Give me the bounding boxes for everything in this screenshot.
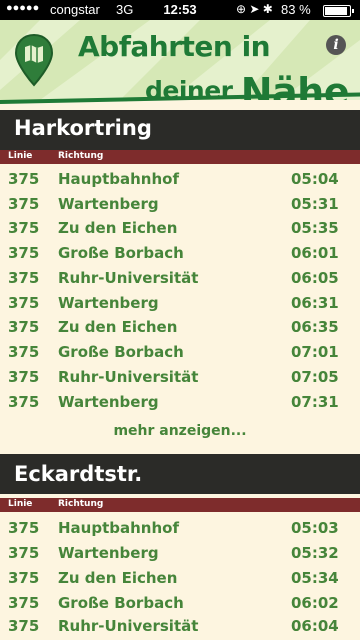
departure-time: 06:01 xyxy=(291,244,339,262)
line-number: 375 xyxy=(8,318,40,336)
column-header-line: Linie xyxy=(8,499,33,509)
line-number: 375 xyxy=(8,170,40,188)
line-number: 375 xyxy=(8,594,40,612)
direction: Wartenberg xyxy=(58,544,159,562)
line-number: 375 xyxy=(8,294,40,312)
departure-row[interactable]: 375 Wartenberg 06:31 xyxy=(0,291,360,316)
battery-percentage: 83 % xyxy=(281,2,311,17)
column-header-direction: Richtung xyxy=(58,151,104,161)
departure-row[interactable]: 375 Hauptbahnhof 05:03 xyxy=(0,516,360,541)
line-number: 375 xyxy=(8,569,40,587)
line-number: 375 xyxy=(8,244,40,262)
departure-time: 06:04 xyxy=(291,617,339,635)
line-number: 375 xyxy=(8,343,40,361)
line-number: 375 xyxy=(8,617,40,635)
departure-time: 05:34 xyxy=(291,569,339,587)
departure-row[interactable]: 375 Ruhr-Universität 06:04 xyxy=(0,614,360,639)
line-number: 375 xyxy=(8,519,40,537)
direction: Hauptbahnhof xyxy=(58,170,179,188)
stop-name: Harkortring xyxy=(14,116,152,140)
direction: Zu den Eichen xyxy=(58,569,178,587)
header-title-line1: Abfahrten in xyxy=(78,30,271,63)
departure-time: 06:05 xyxy=(291,269,339,287)
status-bar: ●●●●● congstar 3G 12:53 ⊕ ➤ ✱ 83 % xyxy=(0,0,360,20)
departure-time: 07:05 xyxy=(291,368,339,386)
line-number: 375 xyxy=(8,544,40,562)
direction: Ruhr-Universität xyxy=(58,368,199,386)
direction: Zu den Eichen xyxy=(58,318,178,336)
direction: Ruhr-Universität xyxy=(58,617,199,635)
departure-row[interactable]: 375 Ruhr-Universität 07:05 xyxy=(0,365,360,390)
departure-time: 07:31 xyxy=(291,393,339,411)
direction: Wartenberg xyxy=(58,294,159,312)
departure-time: 05:04 xyxy=(291,170,339,188)
departure-time: 05:31 xyxy=(291,195,339,213)
direction: Hauptbahnhof xyxy=(58,519,179,537)
departure-row[interactable]: 375 Zu den Eichen 06:35 xyxy=(0,315,360,340)
info-icon[interactable]: i xyxy=(326,35,346,55)
departure-time: 06:02 xyxy=(291,594,339,612)
departure-row[interactable]: 375 Wartenberg 05:32 xyxy=(0,541,360,566)
departure-row[interactable]: 375 Zu den Eichen 05:34 xyxy=(0,566,360,591)
departure-time: 07:01 xyxy=(291,343,339,361)
departure-time: 05:35 xyxy=(291,219,339,237)
status-icons: ⊕ ➤ ✱ xyxy=(236,2,273,16)
departure-row[interactable]: 375 Zu den Eichen 05:35 xyxy=(0,216,360,241)
stop-name: Eckardtstr. xyxy=(14,462,143,486)
app-header: Abfahrten in deiner Nähe i xyxy=(0,20,360,100)
departure-time: 06:31 xyxy=(291,294,339,312)
line-number: 375 xyxy=(8,368,40,386)
direction: Zu den Eichen xyxy=(58,219,178,237)
departure-time: 05:03 xyxy=(291,519,339,537)
column-header-line: Linie xyxy=(8,151,33,161)
column-header-direction: Richtung xyxy=(58,499,104,509)
departure-row[interactable]: 375 Große Borbach 07:01 xyxy=(0,340,360,365)
direction: Wartenberg xyxy=(58,393,159,411)
departure-row[interactable]: 375 Wartenberg 07:31 xyxy=(0,390,360,415)
departure-time: 06:35 xyxy=(291,318,339,336)
line-number: 375 xyxy=(8,219,40,237)
line-number: 375 xyxy=(8,269,40,287)
show-more-link[interactable]: mehr anzeigen... xyxy=(0,423,360,439)
direction: Große Borbach xyxy=(58,594,184,612)
line-number: 375 xyxy=(8,393,40,411)
departure-time: 05:32 xyxy=(291,544,339,562)
departure-row[interactable]: 375 Große Borbach 06:02 xyxy=(0,591,360,616)
battery-icon xyxy=(323,5,354,17)
map-pin-icon xyxy=(14,33,54,87)
battery-level-fill xyxy=(325,7,347,15)
departure-row[interactable]: 375 Große Borbach 06:01 xyxy=(0,241,360,266)
direction: Ruhr-Universität xyxy=(58,269,199,287)
departure-row[interactable]: 375 Hauptbahnhof 05:04 xyxy=(0,167,360,192)
departure-row[interactable]: 375 Ruhr-Universität 06:05 xyxy=(0,266,360,291)
column-header-row: Linie Richtung xyxy=(0,498,360,512)
direction: Wartenberg xyxy=(58,195,159,213)
departure-row[interactable]: 375 Wartenberg 05:31 xyxy=(0,192,360,217)
column-header-row: Linie Richtung xyxy=(0,150,360,164)
direction: Große Borbach xyxy=(58,244,184,262)
line-number: 375 xyxy=(8,195,40,213)
direction: Große Borbach xyxy=(58,343,184,361)
